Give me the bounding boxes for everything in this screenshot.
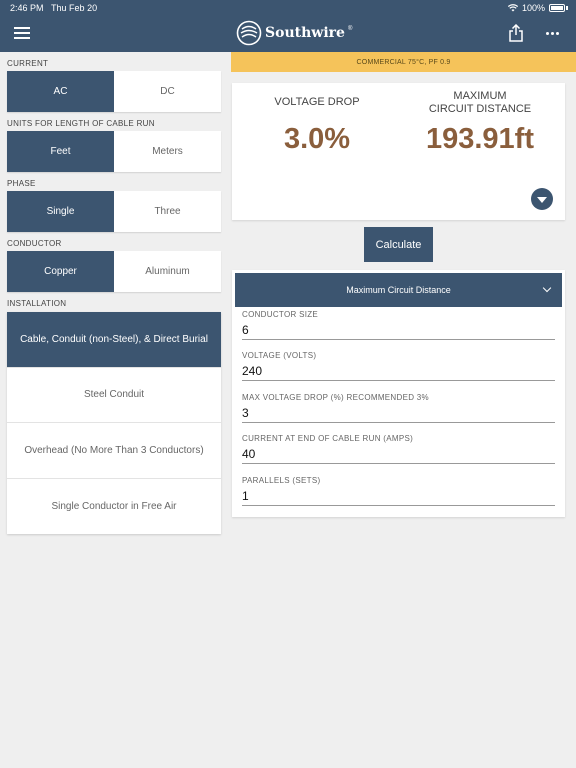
current-ac-option[interactable]: AC (7, 71, 114, 112)
conductor-selector: Copper Aluminum (7, 251, 221, 292)
more-options-icon[interactable] (546, 32, 559, 35)
input-card: Maximum Circuit Distance CONDUCTOR SIZE … (232, 270, 565, 517)
parallels-label: PARALLELS (SETS) (242, 476, 321, 485)
max-voltage-drop-field: MAX VOLTAGE DROP (%) RECOMMENDED 3% (242, 393, 555, 423)
chevron-down-icon (542, 283, 552, 293)
southwire-logo: Southwire ® (236, 20, 352, 46)
calculate-button[interactable]: Calculate (364, 227, 433, 262)
voltage-drop-value: 3.0% (283, 123, 351, 155)
parallels-field: PARALLELS (SETS) (242, 476, 555, 506)
calculation-mode-label: Maximum Circuit Distance (346, 285, 451, 295)
installation-section-label: INSTALLATION (7, 299, 67, 308)
current-amps-input[interactable] (242, 447, 542, 461)
hamburger-menu-icon[interactable] (14, 27, 30, 39)
phase-three-option[interactable]: Three (114, 191, 221, 232)
current-section-label: CURRENT (7, 59, 49, 68)
conductor-size-field: CONDUCTOR SIZE (242, 310, 555, 340)
phase-section-label: PHASE (7, 179, 36, 188)
battery-icon (549, 4, 565, 12)
current-amps-label: CURRENT AT END OF CABLE RUN (AMPS) (242, 434, 414, 443)
southwire-emblem-icon (236, 20, 262, 46)
installation-option-free-air[interactable]: Single Conductor in Free Air (7, 479, 221, 535)
max-voltage-drop-input[interactable] (242, 406, 542, 420)
app-header: 2:46 PM Thu Feb 20 100% Southwire ® (0, 0, 576, 52)
current-dc-option[interactable]: DC (114, 71, 221, 112)
max-distance-label: MAXIMUM CIRCUIT DISTANCE (428, 90, 532, 115)
conductor-section-label: CONDUCTOR (7, 239, 62, 248)
parallels-input[interactable] (242, 489, 542, 503)
installation-list: Cable, Conduit (non-Steel), & Direct Bur… (7, 312, 221, 534)
voltage-drop-label: VOLTAGE DROP (274, 96, 360, 108)
phase-selector: Single Three (7, 191, 221, 232)
conductor-aluminum-option[interactable]: Aluminum (114, 251, 221, 292)
conditions-banner: COMMERCIAL 75°C, PF 0.9 (231, 52, 576, 72)
voltage-input[interactable] (242, 364, 542, 378)
current-field: CURRENT AT END OF CABLE RUN (AMPS) (242, 434, 555, 464)
installation-option-steel-conduit[interactable]: Steel Conduit (7, 368, 221, 423)
results-card: VOLTAGE DROP 3.0% MAXIMUM CIRCUIT DISTAN… (232, 83, 565, 220)
installation-option-cable-conduit[interactable]: Cable, Conduit (non-Steel), & Direct Bur… (7, 312, 221, 368)
status-time: 2:46 PM Thu Feb 20 (10, 3, 98, 13)
units-selector: Feet Meters (7, 131, 221, 172)
voltage-field: VOLTAGE (VOLTS) (242, 351, 555, 381)
max-voltage-drop-label: MAX VOLTAGE DROP (%) RECOMMENDED 3% (242, 393, 429, 402)
battery-percent: 100% (521, 3, 545, 13)
current-selector: AC DC (7, 71, 221, 112)
installation-option-overhead[interactable]: Overhead (No More Than 3 Conductors) (7, 423, 221, 479)
status-indicators: 100% (507, 3, 568, 13)
calculation-mode-select[interactable]: Maximum Circuit Distance (235, 273, 562, 307)
units-section-label: UNITS FOR LENGTH OF CABLE RUN (7, 119, 155, 128)
wifi-icon (507, 4, 518, 12)
share-icon[interactable] (507, 24, 525, 42)
logo-text: Southwire (265, 25, 345, 41)
expand-results-icon[interactable] (531, 188, 553, 210)
voltage-label: VOLTAGE (VOLTS) (242, 351, 317, 360)
conductor-size-input[interactable] (242, 323, 542, 337)
phase-single-option[interactable]: Single (7, 191, 114, 232)
conductor-size-label: CONDUCTOR SIZE (242, 310, 319, 319)
units-meters-option[interactable]: Meters (114, 131, 221, 172)
units-feet-option[interactable]: Feet (7, 131, 114, 172)
max-distance-value: 193.91ft (425, 123, 534, 155)
conductor-copper-option[interactable]: Copper (7, 251, 114, 292)
